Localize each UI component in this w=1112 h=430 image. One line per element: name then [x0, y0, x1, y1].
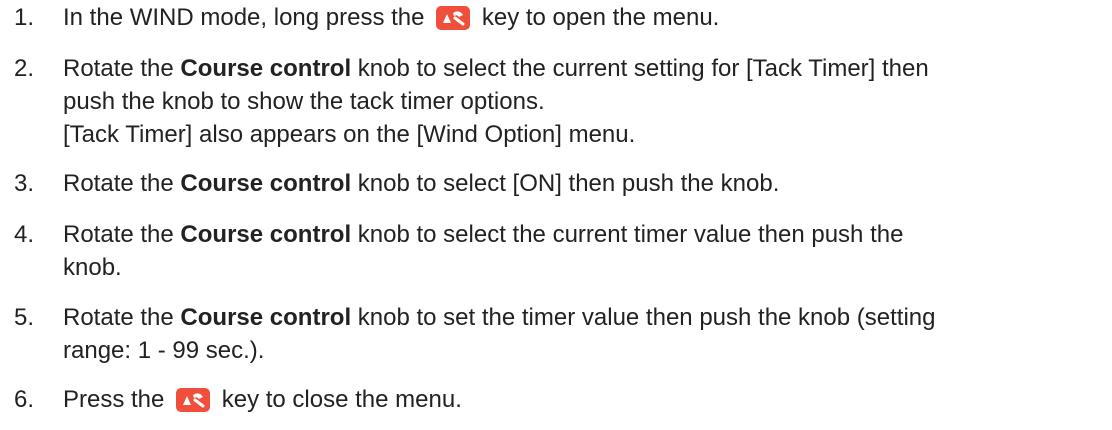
step-number: 5. — [14, 304, 35, 331]
step-number: 6. — [14, 386, 35, 413]
step-number: 2. — [14, 55, 35, 82]
menu-key-icon — [175, 387, 211, 413]
step-text: Press the — [63, 386, 165, 413]
menu-key-icon — [435, 5, 471, 31]
step-text: In the WIND mode, long press the — [63, 4, 425, 31]
step-text: Rotate the — [63, 304, 174, 331]
step-number: 1. — [14, 4, 35, 31]
step-text: Rotate the — [63, 55, 174, 82]
control-name: Course control — [180, 55, 352, 82]
control-name: Course control — [180, 221, 352, 248]
step-text: knob to select the current timer value t… — [357, 221, 904, 248]
step-text: Rotate the — [63, 170, 174, 197]
step-text: knob to set the timer value then push th… — [357, 304, 936, 331]
step-number: 3. — [14, 170, 35, 197]
control-name: Course control — [180, 304, 352, 331]
step-text: key to open the menu. — [481, 4, 720, 31]
control-name: Course control — [180, 170, 352, 197]
step-number: 4. — [14, 221, 35, 248]
step-text: Rotate the — [63, 221, 174, 248]
step-text: key to close the menu. — [221, 386, 462, 413]
step-note: [Tack Timer] also appears on the [Wind O… — [63, 121, 636, 148]
step-text: knob to select the current setting for [… — [357, 55, 929, 82]
step-text: knob. — [63, 254, 122, 281]
step-text: push the knob to show the tack timer opt… — [63, 88, 545, 115]
step-text: range: 1 - 99 sec.). — [63, 337, 265, 364]
step-text: knob to select [ON] then push the knob. — [357, 170, 780, 197]
